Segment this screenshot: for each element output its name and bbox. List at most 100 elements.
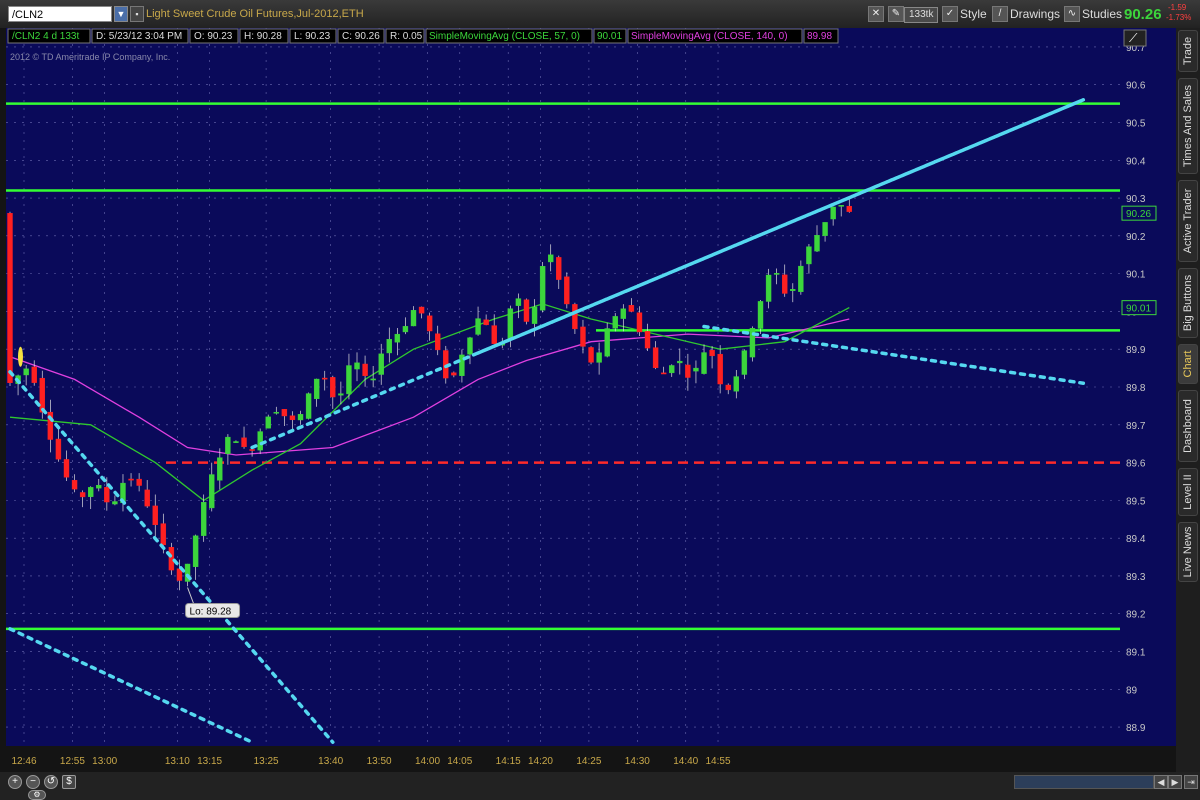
candle-body (354, 362, 360, 370)
x-tick-label: 14:15 (496, 756, 521, 767)
x-tick-label: 13:00 (92, 756, 117, 767)
candle-body (378, 353, 384, 375)
candle-body (322, 377, 328, 380)
candle-body (305, 393, 312, 419)
header-high: H: 90.28 (244, 31, 282, 42)
symbol-dropdown-icon[interactable]: ▼ (114, 6, 128, 22)
tab-times-and-sales[interactable]: Times And Sales (1178, 78, 1198, 174)
candle-body (814, 235, 820, 252)
price-marker-label: 90.01 (1126, 304, 1151, 315)
studies-button[interactable]: Studies (1078, 5, 1126, 23)
candle-body (168, 546, 175, 571)
header-low: L: 90.23 (294, 31, 331, 42)
candle-body (475, 318, 481, 335)
drawings-button[interactable]: Drawings (1006, 5, 1064, 23)
x-tick-label: 14:20 (528, 756, 553, 767)
link-icon[interactable]: ▪ (130, 6, 144, 22)
x-tick-label: 14:30 (625, 756, 650, 767)
candle-body (790, 289, 796, 291)
x-tick-label: 12:55 (60, 756, 85, 767)
zoom-reset-icon[interactable]: ↺ (44, 775, 58, 789)
y-tick-label: 89.8 (1126, 383, 1146, 394)
candle-body (628, 305, 635, 312)
tab-chart[interactable]: Chart (1178, 344, 1198, 384)
y-tick-label: 89.2 (1126, 610, 1146, 621)
tab-dashboard[interactable]: Dashboard (1178, 390, 1198, 462)
settings-icon[interactable]: ⚙ (28, 790, 46, 800)
candle-body (572, 304, 578, 330)
candle-body (160, 523, 167, 546)
y-tick-label: 89.9 (1126, 345, 1146, 356)
scroll-left-icon[interactable]: ◀ (1154, 775, 1168, 789)
candle-body (644, 331, 651, 349)
candle-body (556, 257, 562, 280)
pct-change: -1.73% (1166, 13, 1192, 22)
horizontal-scrollbar[interactable] (1014, 775, 1154, 789)
header-open: O: 90.23 (194, 31, 233, 42)
x-tick-label: 13:25 (254, 756, 279, 767)
aggregation-badge[interactable]: 133tk (904, 7, 939, 23)
candle-body (273, 411, 280, 414)
top-toolbar: /CLN2 ▼ ▪ Light Sweet Crude Oil Futures,… (0, 0, 1200, 29)
zoom-out-icon[interactable]: − (26, 775, 40, 789)
candle-body (822, 222, 828, 236)
candle-body (596, 352, 602, 363)
price-marker-label: 90.26 (1126, 209, 1151, 220)
net-change: -1.59 (1168, 3, 1187, 12)
style-button[interactable]: Style (956, 5, 991, 23)
price-zoom-icon[interactable]: $ (62, 775, 76, 789)
candle-body (636, 312, 643, 333)
candle-body (418, 306, 425, 314)
candle-body (547, 254, 554, 263)
candle-body (87, 487, 94, 497)
candle-body (31, 366, 37, 383)
x-tick-label: 14:40 (673, 756, 698, 767)
candle-body (330, 377, 336, 398)
zoom-in-icon[interactable]: + (8, 775, 22, 789)
candle-body (96, 484, 102, 489)
candle-body (483, 319, 489, 326)
y-tick-label: 89.3 (1126, 572, 1146, 583)
candle-body (725, 384, 731, 391)
candle-body (55, 438, 62, 460)
sma140-label: SimpleMovingAvg (CLOSE, 140, 0) (631, 31, 788, 42)
candle-body (604, 328, 610, 357)
candle-body (257, 431, 263, 451)
candle-body (741, 350, 748, 375)
x-tick-label: 14:05 (447, 756, 472, 767)
crosshair-icon[interactable]: ✕ (868, 6, 884, 22)
candle-body (313, 378, 320, 400)
scroll-end-icon[interactable]: ⇥ (1184, 775, 1198, 789)
candle-body (709, 349, 715, 357)
tab-trade[interactable]: Trade (1178, 30, 1198, 72)
candle-body (580, 326, 586, 347)
scroll-right-icon[interactable]: ▶ (1168, 775, 1182, 789)
symbol-description: Light Sweet Crude Oil Futures,Jul-2012,E… (146, 8, 364, 20)
x-tick-label: 13:10 (165, 756, 190, 767)
candle-body (128, 478, 134, 481)
wrench-icon[interactable]: ✎ (888, 6, 904, 22)
candle-body (515, 298, 522, 306)
candle-body (289, 415, 296, 421)
tab-big-buttons[interactable]: Big Buttons (1178, 268, 1198, 338)
header-close: C: 90.26 (342, 31, 380, 42)
candle-body (7, 213, 13, 383)
tab-active-trader[interactable]: Active Trader (1178, 180, 1198, 262)
event-marker (17, 346, 23, 367)
x-tick-label: 12:46 (11, 756, 36, 767)
header-range: R: 0.05 (390, 31, 423, 42)
candle-body (806, 246, 812, 265)
tab-level-ii[interactable]: Level II (1178, 468, 1198, 516)
candle-body (410, 310, 417, 327)
candle-body (507, 308, 514, 340)
draw-tool-glyph: ⟋ (1129, 31, 1138, 45)
candle-body (346, 365, 352, 395)
tab-live-news[interactable]: Live News (1178, 522, 1198, 582)
symbol-input[interactable]: /CLN2 (8, 6, 112, 22)
sma57-value: 90.01 (597, 31, 622, 42)
x-tick-label: 13:50 (367, 756, 392, 767)
candle-body (217, 457, 223, 481)
price-chart[interactable]: 90.790.690.590.490.390.290.19089.989.889… (0, 28, 1176, 772)
y-tick-label: 89.1 (1126, 648, 1146, 659)
candle-body (297, 414, 304, 421)
